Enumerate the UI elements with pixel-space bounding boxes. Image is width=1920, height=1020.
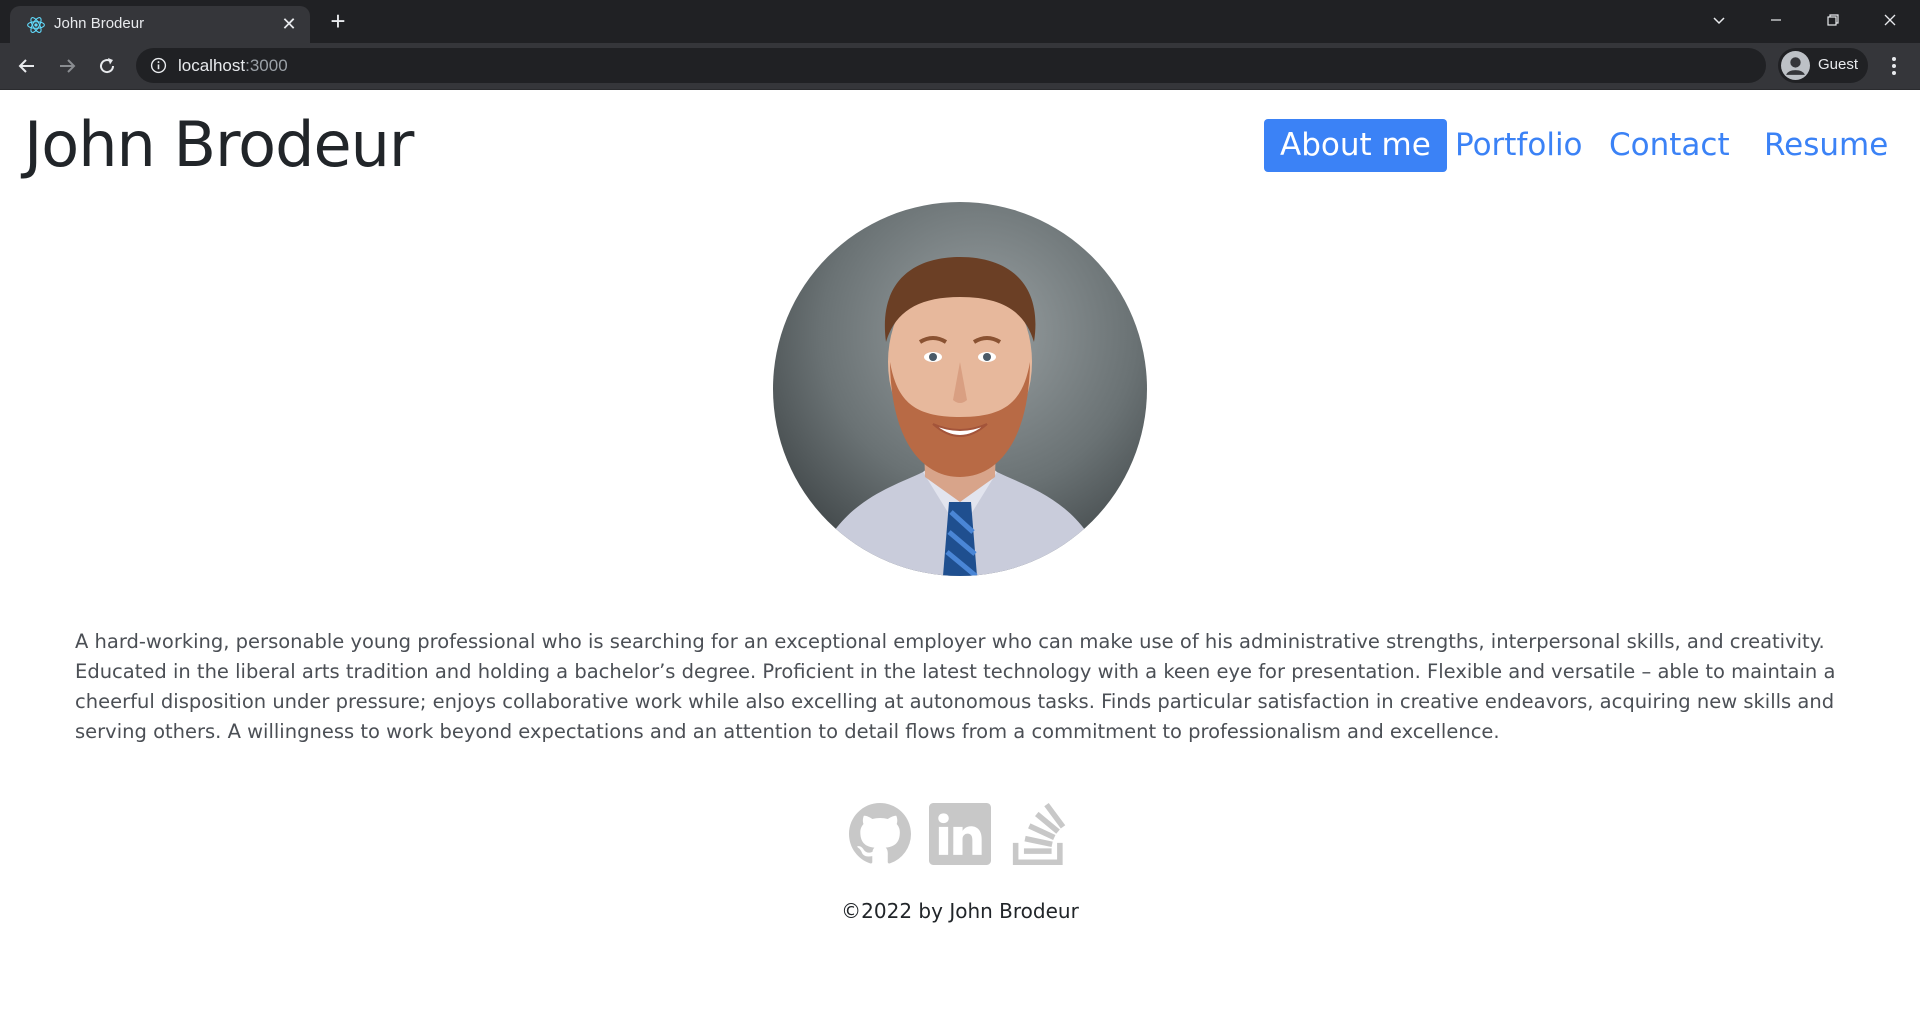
address-url: localhost:3000 bbox=[178, 56, 288, 76]
linkedin-icon[interactable] bbox=[929, 803, 991, 865]
nav-about-me[interactable]: About me bbox=[1264, 119, 1447, 172]
close-window-icon[interactable] bbox=[1868, 6, 1912, 36]
avatar-icon bbox=[1781, 51, 1810, 80]
back-arrow-icon[interactable] bbox=[13, 52, 41, 80]
nav-resume[interactable]: Resume bbox=[1764, 119, 1888, 172]
tab-title: John Brodeur bbox=[54, 15, 145, 32]
browser-tab[interactable]: John Brodeur ✕ bbox=[10, 6, 310, 43]
stackoverflow-icon[interactable] bbox=[1009, 803, 1071, 865]
close-tab-icon[interactable]: ✕ bbox=[278, 13, 300, 35]
nav-portfolio[interactable]: Portfolio bbox=[1455, 119, 1583, 172]
bio-paragraph: A hard-working, personable young profess… bbox=[75, 630, 1836, 743]
restore-icon[interactable] bbox=[1811, 6, 1855, 36]
react-logo-icon bbox=[27, 17, 45, 33]
profile-button[interactable]: Guest bbox=[1778, 48, 1868, 83]
address-bar[interactable]: localhost:3000 bbox=[136, 48, 1766, 83]
portrait-illustration bbox=[773, 202, 1147, 576]
more-menu-icon[interactable] bbox=[1880, 52, 1908, 80]
profile-photo bbox=[773, 202, 1147, 576]
browser-toolbar: localhost:3000 Guest bbox=[0, 43, 1920, 90]
address-port: :3000 bbox=[245, 56, 288, 75]
new-tab-icon[interactable]: + bbox=[324, 8, 352, 36]
profile-label: Guest bbox=[1818, 56, 1859, 73]
tab-search-icon[interactable] bbox=[1697, 6, 1741, 36]
main-nav: About me Portfolio Contact Resume bbox=[0, 119, 1920, 172]
copyright-text: ©2022 by John Brodeur bbox=[841, 899, 1079, 923]
address-host: localhost bbox=[178, 56, 246, 75]
forward-arrow-icon[interactable] bbox=[53, 52, 81, 80]
social-links bbox=[0, 803, 1920, 865]
reload-icon[interactable] bbox=[93, 52, 121, 80]
github-icon[interactable] bbox=[849, 803, 911, 865]
minimize-icon[interactable] bbox=[1754, 6, 1798, 36]
browser-tab-strip: John Brodeur ✕ + bbox=[0, 0, 1920, 43]
nav-contact[interactable]: Contact bbox=[1609, 119, 1730, 172]
site-info-icon[interactable] bbox=[150, 57, 167, 74]
